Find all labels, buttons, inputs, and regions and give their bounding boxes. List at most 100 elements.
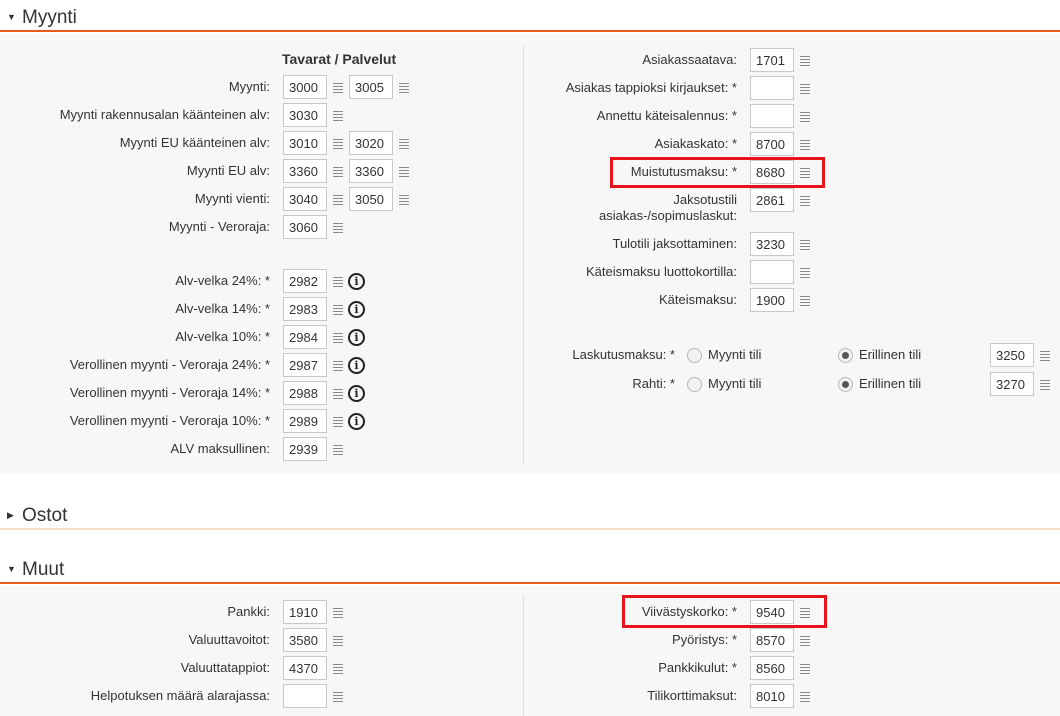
list-icon[interactable] bbox=[333, 83, 343, 93]
account-field[interactable] bbox=[750, 260, 794, 284]
list-icon[interactable] bbox=[800, 56, 810, 66]
account-field[interactable]: 2982 bbox=[283, 269, 327, 293]
account-field[interactable]: 4370 bbox=[283, 656, 327, 680]
list-icon[interactable] bbox=[333, 333, 343, 343]
account-field[interactable]: 3360 bbox=[349, 159, 393, 183]
list-icon[interactable] bbox=[399, 83, 409, 93]
row-label: Asiakaskato: * bbox=[654, 136, 737, 151]
section-rule bbox=[0, 30, 1060, 32]
account-field[interactable]: 8560 bbox=[750, 656, 794, 680]
row-label: ALV maksullinen: bbox=[170, 441, 270, 456]
account-field[interactable]: 8010 bbox=[750, 684, 794, 708]
list-icon[interactable] bbox=[333, 664, 343, 674]
list-icon[interactable] bbox=[333, 195, 343, 205]
radio-erillinen-tili[interactable] bbox=[838, 377, 853, 392]
account-field[interactable]: 3020 bbox=[349, 131, 393, 155]
account-field[interactable]: 2983 bbox=[283, 297, 327, 321]
account-field[interactable] bbox=[283, 684, 327, 708]
account-field[interactable]: 3230 bbox=[750, 232, 794, 256]
list-icon[interactable] bbox=[333, 111, 343, 121]
info-icon[interactable]: i bbox=[348, 385, 365, 402]
info-icon[interactable]: i bbox=[348, 329, 365, 346]
account-field[interactable]: 3580 bbox=[283, 628, 327, 652]
account-field[interactable]: 3060 bbox=[283, 215, 327, 239]
list-icon[interactable] bbox=[800, 112, 810, 122]
list-icon[interactable] bbox=[333, 417, 343, 427]
account-field[interactable]: 2861 bbox=[750, 188, 794, 212]
row-label: Valuuttavoitot: bbox=[188, 632, 270, 647]
list-icon[interactable] bbox=[800, 296, 810, 306]
radio-myynti-tili[interactable] bbox=[687, 377, 702, 392]
highlight-box bbox=[622, 595, 827, 628]
list-icon[interactable] bbox=[333, 277, 343, 287]
row-label: Jaksotustili asiakas-/sopimuslaskut: bbox=[599, 192, 737, 223]
account-field[interactable]: 1900 bbox=[750, 288, 794, 312]
list-icon[interactable] bbox=[800, 240, 810, 250]
account-field[interactable]: 3270 bbox=[990, 372, 1034, 396]
info-icon[interactable]: i bbox=[348, 273, 365, 290]
list-icon[interactable] bbox=[399, 167, 409, 177]
row-label: Tilikorttimaksut: bbox=[647, 688, 737, 703]
account-field[interactable]: 8700 bbox=[750, 132, 794, 156]
list-icon[interactable] bbox=[333, 139, 343, 149]
list-icon[interactable] bbox=[333, 361, 343, 371]
list-icon[interactable] bbox=[1040, 351, 1050, 361]
account-field[interactable]: 8570 bbox=[750, 628, 794, 652]
list-icon[interactable] bbox=[333, 608, 343, 618]
row-label: Verollinen myynti - Veroraja 24%: * bbox=[69, 357, 270, 372]
radio-erillinen-tili[interactable] bbox=[838, 348, 853, 363]
account-field[interactable]: 2988 bbox=[283, 381, 327, 405]
account-field[interactable]: 3040 bbox=[283, 187, 327, 211]
account-field[interactable]: 3000 bbox=[283, 75, 327, 99]
list-icon[interactable] bbox=[1040, 380, 1050, 390]
account-field[interactable]: 3360 bbox=[283, 159, 327, 183]
row-label: Laskutusmaksu: * bbox=[572, 347, 675, 362]
section-title: Muut bbox=[22, 559, 65, 580]
info-icon[interactable]: i bbox=[348, 357, 365, 374]
list-icon[interactable] bbox=[333, 305, 343, 315]
list-icon[interactable] bbox=[399, 195, 409, 205]
row-label: Myynti rakennusalan käänteinen alv: bbox=[59, 107, 270, 122]
info-icon[interactable]: i bbox=[348, 413, 365, 430]
row-label: Valuuttatappiot: bbox=[180, 660, 270, 675]
list-icon[interactable] bbox=[800, 84, 810, 94]
list-icon[interactable] bbox=[800, 140, 810, 150]
account-field[interactable]: 2987 bbox=[283, 353, 327, 377]
info-icon[interactable]: i bbox=[348, 301, 365, 318]
account-field[interactable]: 3050 bbox=[349, 187, 393, 211]
list-icon[interactable] bbox=[800, 692, 810, 702]
list-icon[interactable] bbox=[800, 664, 810, 674]
radio-label: Erillinen tili bbox=[859, 347, 922, 362]
list-icon[interactable] bbox=[333, 692, 343, 702]
section-header-muut[interactable]: ▼ Muut bbox=[0, 554, 1060, 584]
list-icon[interactable] bbox=[333, 167, 343, 177]
account-field[interactable]: 3250 bbox=[990, 343, 1034, 367]
list-icon[interactable] bbox=[333, 445, 343, 455]
account-field[interactable]: 2989 bbox=[283, 409, 327, 433]
account-field[interactable]: 3030 bbox=[283, 103, 327, 127]
list-icon[interactable] bbox=[800, 636, 810, 646]
column-divider bbox=[523, 46, 524, 464]
account-field[interactable]: 1701 bbox=[750, 48, 794, 72]
account-field[interactable] bbox=[750, 76, 794, 100]
section-header-ostot[interactable]: ▶ Ostot bbox=[0, 500, 1060, 530]
account-field[interactable]: 1910 bbox=[283, 600, 327, 624]
list-icon[interactable] bbox=[800, 196, 810, 206]
list-icon[interactable] bbox=[333, 389, 343, 399]
list-icon[interactable] bbox=[333, 223, 343, 233]
row-label: Pyöristys: * bbox=[671, 632, 737, 647]
account-field[interactable]: 2984 bbox=[283, 325, 327, 349]
row-label: Rahti: * bbox=[632, 376, 675, 391]
list-icon[interactable] bbox=[333, 636, 343, 646]
account-field[interactable]: 2939 bbox=[283, 437, 327, 461]
row-label: Käteismaksu: bbox=[658, 292, 737, 307]
account-field[interactable] bbox=[750, 104, 794, 128]
row-label: Pankki: bbox=[227, 604, 270, 619]
caret-down-icon: ▼ bbox=[7, 12, 16, 22]
radio-myynti-tili[interactable] bbox=[687, 348, 702, 363]
account-field[interactable]: 3005 bbox=[349, 75, 393, 99]
list-icon[interactable] bbox=[399, 139, 409, 149]
account-field[interactable]: 3010 bbox=[283, 131, 327, 155]
section-header-myynti[interactable]: ▼ Myynti bbox=[0, 2, 1060, 32]
list-icon[interactable] bbox=[800, 268, 810, 278]
